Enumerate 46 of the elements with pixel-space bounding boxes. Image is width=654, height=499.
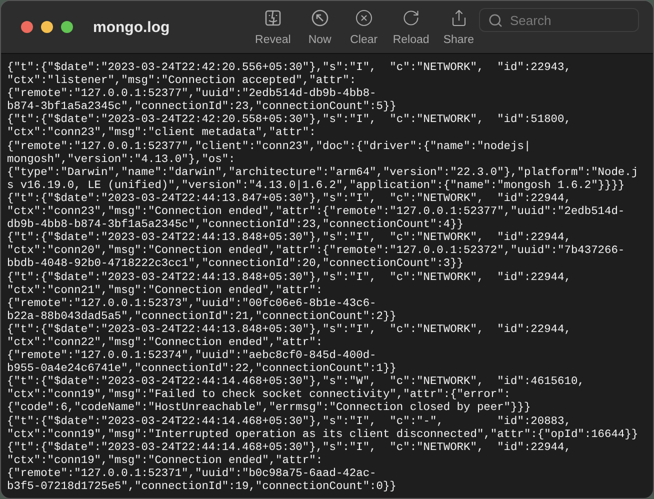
log-line: {"t":{"$date":"2023-03-24T22:44:13.848+05:30"},"s":"I", "c":"NETWORK", "id":22944,	[7, 232, 572, 244]
log-line: s v16.19.0, LE (unified)","version":"4.13.0|1.6.2","application":{"name":"mongosh 1.6.2"}}}}	[7, 180, 626, 192]
log-line: b3f5-07218d1725e5","connectionId":19,"connectionCount":0}}	[7, 481, 398, 494]
share-icon	[450, 8, 468, 26]
log-line: {"t":{"$date":"2023-03-24T22:42:20.556+05:30"},"s":"I", "c":"NETWORK", "id":22943,	[7, 62, 572, 74]
log-line: "ctx":"conn23","msg":"Connection ended","attr":{"remote":"127.0.0.1:52377","uuid":"2edb514d-	[7, 206, 626, 218]
log-line: "ctx":"conn20","msg":"Connection ended","attr":{"remote":"127.0.0.1:52372","uuid":"7b437266-	[7, 245, 626, 258]
log-line: {"t":{"$date":"2023-03-24T22:42:20.558+05:30"},"s":"I", "c":"NETWORK", "id":51800,	[7, 114, 572, 126]
log-line: {"t":{"$date":"2023-03-24T22:44:13.847+05:30"},"s":"I", "c":"NETWORK", "id":22944,	[7, 192, 572, 206]
log-line: {"t":{"$date":"2023-03-24T22:44:14.468+05:30"},"s":"W", "c":"NETWORK", "id":4615610,	[7, 376, 586, 388]
log-line: "ctx":"conn21","msg":"Connection ended","attr":	[7, 284, 324, 298]
search-icon	[488, 13, 503, 28]
log-line: {"remote":"127.0.0.1:52374","uuid":"aebc8cf0-845d-400d-	[7, 350, 378, 362]
log-line: {"remote":"127.0.0.1:52377","uuid":"2edb514d-db9b-4bb8-	[7, 88, 378, 100]
log-line: {"type":"Darwin","name":"darwin","architecture":"arm64","version":"22.3.0"},"platform":"Node.j	[7, 166, 640, 180]
log-line: {"code":6,"codeName":"HostUnreachable","errmsg":"Connection closed by peer"}}}	[7, 402, 532, 416]
log-line: bbdb-4048-92b0-4718222c3cc1","connectionId":20,"connectionCount":3}}	[7, 258, 465, 272]
log-line: {"t":{"$date":"2023-03-24T22:44:14.468+05:30"},"s":"I", "c":"-", "id":20883,	[7, 416, 572, 428]
log-line: "ctx":"conn22","msg":"Connection ended","attr":	[7, 336, 324, 350]
log-line: b22a-88b043dad5a5","connectionId":21,"connectionCount":2}}	[7, 310, 398, 324]
log-line: "ctx":"conn23","msg":"client metadata","attr":	[7, 127, 317, 140]
log-line: "ctx":"listener","msg":"Connection accepted","attr":	[7, 75, 358, 88]
clear-icon	[354, 8, 373, 26]
log-line: {"remote":"127.0.0.1:52371","uuid":"b0c98a75-6aad-42ac-	[7, 468, 378, 480]
finder-icon	[264, 8, 282, 26]
log-line: b874-3bf1a5a2345c","connectionId":23,"connectionCount":5}}	[7, 101, 398, 114]
log-line: {"remote":"127.0.0.1:52377","client":"conn23","doc":{"driver":{"name":"nodejs|	[7, 140, 532, 154]
reload-button[interactable]: Reload	[388, 6, 434, 48]
log-line: b955-0a4e24c6741e","connectionId":22,"connectionCount":1}}	[7, 363, 398, 376]
now-button[interactable]: Now	[300, 6, 340, 48]
log-line: {"t":{"$date":"2023-03-24T22:44:14.468+05:30"},"s":"I", "c":"NETWORK", "id":22944,	[7, 442, 572, 454]
log-line: {"t":{"$date":"2023-03-24T22:44:13.848+05:30"},"s":"I", "c":"NETWORK", "id":22944,	[7, 324, 572, 336]
log-line: "ctx":"conn19","msg":"Interrupted operation as its client disconnected","attr":{"opId":16644}}	[7, 428, 640, 442]
window-title: mongo.log	[93, 18, 171, 36]
log-line: {"remote":"127.0.0.1:52373","uuid":"00fc06e6-8b1e-43c6-	[7, 298, 378, 310]
arrow-circle-icon	[310, 8, 329, 26]
log-line: mongosh","version":"4.13.0"},"os":	[7, 154, 236, 166]
clear-button[interactable]: Clear	[344, 6, 384, 48]
log-line: {"t":{"$date":"2023-03-24T22:44:13.848+05:30"},"s":"I", "c":"NETWORK", "id":22944,	[7, 272, 572, 284]
reveal-button[interactable]: Reveal	[250, 6, 296, 48]
reload-icon	[402, 8, 420, 26]
log-line: "ctx":"conn19","msg":"Failed to check socket connectivity","attr":{"error":	[7, 389, 512, 402]
share-button[interactable]: Share	[438, 6, 479, 48]
search-field[interactable]: Search	[479, 8, 639, 32]
log-line: db9b-4bb8-b874-3bf1a5a2345c","connectionId":23,"connectionCount":4}}	[7, 219, 465, 232]
log-line: "ctx":"conn19","msg":"Connection ended","attr":	[7, 454, 324, 468]
